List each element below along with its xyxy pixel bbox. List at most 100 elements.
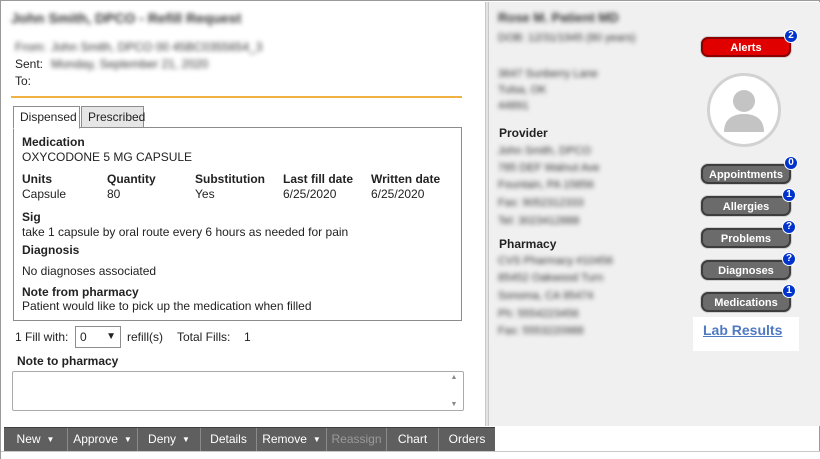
written-date-value: 6/25/2020 [371, 187, 425, 201]
patient-address-line: Tulsa, OK [498, 84, 547, 96]
to-row: To: [15, 74, 51, 88]
allergies-button[interactable]: Allergies [701, 196, 791, 216]
total-fills-label: Total Fills: [177, 330, 231, 344]
action-toolbar: New ▼ Approve ▼ Deny ▼ Details Remove ▼ Reas… [4, 427, 495, 452]
fill-prefix: 1 Fill with: [15, 330, 69, 344]
chart-button-label: Chart [397, 432, 428, 446]
substitution-header: Substitution [195, 172, 265, 186]
tab-dispensed[interactable]: Dispensed [13, 106, 80, 129]
chevron-down-icon: ▼ [123, 435, 132, 444]
pharmacy-line: CVS Pharmacy #10456 [498, 255, 613, 267]
medication-value: OXYCODONE 5 MG CAPSULE [22, 150, 193, 164]
diagnosis-value: No diagnoses associated [22, 264, 157, 278]
from-value: John Smith, DPCO 00 45BC0355654_3 [51, 40, 263, 54]
message-pane: John Smith, DPCO - Refill Request From: J… [2, 2, 485, 426]
sent-value: Monday, September 21, 2020 [51, 57, 209, 71]
patient-avatar [707, 73, 781, 147]
remove-button[interactable]: Remove ▼ [257, 428, 327, 452]
from-row: From: John Smith, DPCO 00 45BC0355654_3 [15, 40, 262, 54]
pharmacy-line: Fax: 5553220988 [498, 325, 584, 337]
chart-button[interactable]: Chart [387, 428, 439, 452]
fill-suffix: refill(s) [127, 330, 163, 344]
dispensed-panel: Medication OXYCODONE 5 MG CAPSULE Units … [13, 127, 462, 321]
deny-button[interactable]: Deny ▼ [138, 428, 201, 452]
diagnoses-count-badge: ? [782, 252, 796, 266]
chevron-down-icon: ▼ [182, 435, 190, 444]
deny-button-label: Deny [148, 432, 177, 446]
to-label: To: [15, 74, 32, 88]
sent-label: Sent: [15, 57, 44, 71]
sent-row: Sent: Monday, September 21, 2020 [15, 57, 208, 71]
provider-line: Fax: 9052312333 [498, 197, 584, 209]
orders-button[interactable]: Orders [439, 428, 495, 452]
from-label: From: [15, 40, 47, 54]
units-value: Capsule [22, 187, 67, 201]
chevron-down-icon: ▼ [46, 435, 55, 444]
new-button[interactable]: New ▼ [4, 428, 68, 452]
appointments-count-badge: 0 [784, 156, 798, 170]
message-title: John Smith, DPCO - Refill Request [11, 10, 242, 26]
pharmacy-note-label: Note from pharmacy [22, 285, 139, 299]
approve-button[interactable]: Approve ▼ [68, 428, 138, 452]
patient-address-line: 44891 [498, 100, 529, 112]
provider-heading: Provider [499, 126, 548, 140]
refill-request-window: John Smith, DPCO - Refill Request From: J… [0, 0, 820, 459]
scroll-up-arrow-icon[interactable]: ▲ [448, 374, 460, 381]
pharmacy-heading: Pharmacy [499, 237, 557, 251]
quantity-value: 80 [107, 187, 121, 201]
details-button[interactable]: Details [201, 428, 257, 452]
chevron-down-icon: ▼ [312, 435, 321, 444]
patient-name: Rose M. Patient MD [498, 10, 619, 25]
last-fill-date-value: 6/25/2020 [283, 187, 337, 201]
pharmacy-line: Sonoma, CA 95474 [498, 290, 594, 302]
tab-prescribed[interactable]: Prescribed [81, 106, 145, 128]
chevron-down-icon: ▼ [106, 331, 116, 342]
problems-count-badge: ? [782, 220, 796, 234]
quantity-header: Quantity [107, 172, 156, 186]
header-divider [11, 96, 462, 98]
note-to-pharmacy-input[interactable] [12, 371, 464, 411]
status-strip [1, 451, 820, 459]
sig-value: take 1 capsule by oral route every 6 hou… [22, 225, 349, 239]
pharmacy-line: Ph: 5554223456 [498, 308, 579, 320]
patient-address-line: 3647 Sunberry Lane [498, 68, 598, 80]
scroll-down-arrow-icon[interactable]: ▼ [448, 401, 460, 408]
alerts-button[interactable]: Alerts [701, 37, 791, 57]
patient-summary-pane: Rose M. Patient MD DOB: 12/31/1945 (80 y… [489, 2, 820, 426]
person-silhouette-icon [724, 90, 764, 132]
provider-line: Tel: 3023412888 [498, 215, 580, 227]
pharmacy-line: 85452 Oakwood Turn [498, 272, 604, 284]
total-fills-value: 1 [244, 330, 251, 344]
refill-count-select[interactable]: 0 ▼ [75, 326, 121, 348]
medication-label: Medication [22, 135, 85, 149]
last-fill-date-header: Last fill date [283, 172, 354, 186]
allergies-count-badge: 1 [782, 188, 796, 202]
provider-line: Fountain, PA 15856 [498, 179, 594, 191]
sig-label: Sig [22, 210, 41, 224]
medications-button[interactable]: Medications [701, 292, 791, 312]
note-scrollbar[interactable]: ▲ ▼ [448, 374, 460, 408]
units-header: Units [22, 172, 52, 186]
note-to-pharmacy-label: Note to pharmacy [17, 354, 119, 368]
alerts-count-badge: 2 [784, 29, 798, 43]
medications-count-badge: 1 [782, 284, 796, 298]
lab-results-link[interactable]: Lab Results [703, 322, 782, 338]
written-date-header: Written date [371, 172, 441, 186]
provider-line: 785 DEF Walnut Ave [498, 162, 600, 174]
substitution-value: Yes [195, 187, 215, 201]
reassign-button: Reassign [327, 428, 387, 452]
orders-button-label: Orders [448, 432, 486, 446]
patient-dob: DOB: 12/31/1945 (80 years) [498, 32, 636, 44]
diagnosis-label: Diagnosis [22, 243, 80, 257]
problems-button[interactable]: Problems [701, 228, 791, 248]
reassign-button-label: Reassign [331, 432, 382, 446]
new-button-label: New [16, 432, 41, 446]
pharmacy-note-value: Patient would like to pick up the medica… [22, 299, 312, 313]
details-button-label: Details [210, 432, 247, 446]
diagnoses-button[interactable]: Diagnoses [701, 260, 791, 280]
refill-count-value: 0 [80, 330, 87, 344]
provider-line: John Smith, DPCO [498, 145, 591, 157]
approve-button-label: Approve [73, 432, 118, 446]
appointments-button[interactable]: Appointments [701, 164, 791, 184]
lab-results-box: Lab Results [693, 317, 799, 351]
